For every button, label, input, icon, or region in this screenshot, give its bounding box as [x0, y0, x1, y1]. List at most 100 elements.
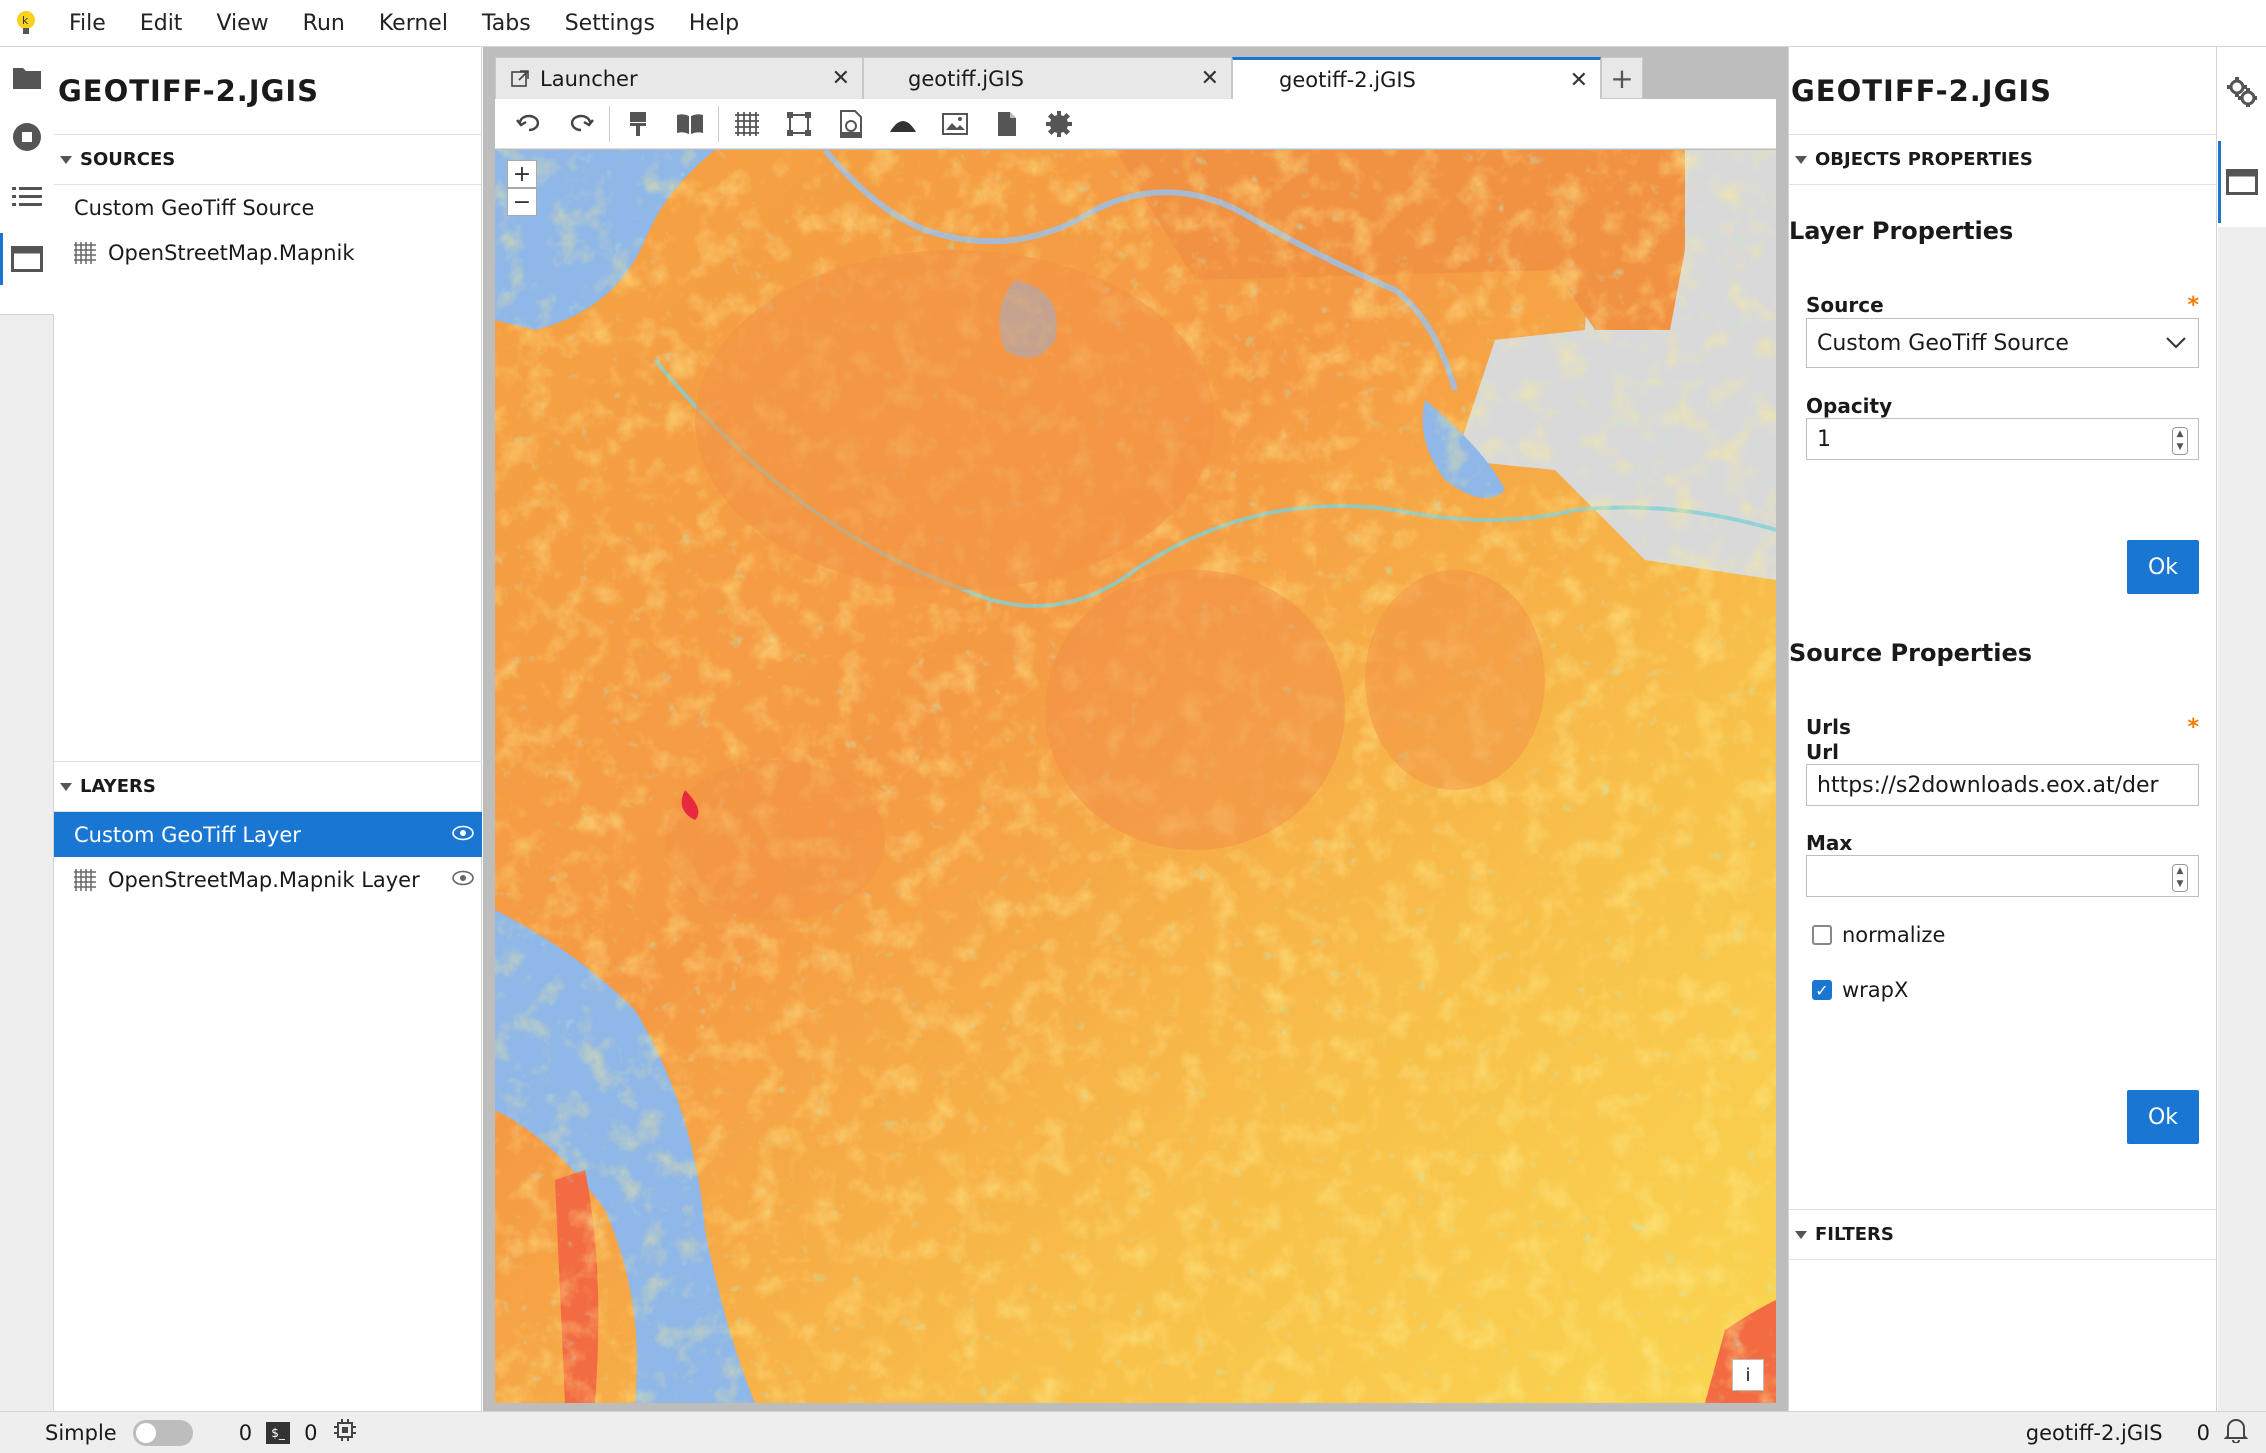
menu-edit[interactable]: Edit [123, 0, 200, 47]
layer-item-custom-geotiff[interactable]: Custom GeoTiff Layer [54, 812, 482, 857]
close-icon[interactable]: ✕ [1570, 68, 1588, 93]
wrapx-row[interactable]: ✓ wrapX [1812, 978, 1908, 1002]
max-label-text: Max [1806, 831, 1853, 855]
required-asterisk: * [2187, 715, 2199, 740]
object-properties-tab-icon[interactable] [2218, 137, 2266, 227]
tab-geotiff[interactable]: geotiff.jGIS ✕ [863, 57, 1232, 99]
opacity-label: Opacity [1806, 394, 2199, 418]
toolbar-separator [609, 105, 610, 142]
url-value: https://s2downloads.eox.at/der [1817, 772, 2159, 798]
number-spinner-icon[interactable]: ▲ ▼ [2172, 427, 2188, 455]
menu-bar: k File Edit View Run Kernel Tabs Setting… [0, 0, 2266, 47]
folder-icon[interactable] [0, 47, 54, 107]
cpu-chip-icon[interactable] [333, 1418, 357, 1447]
source-label-text: Source [1806, 293, 1884, 317]
geojson-icon[interactable] [825, 104, 877, 144]
simple-mode-toggle[interactable] [132, 1419, 193, 1446]
number-spinner-icon[interactable]: ▲ ▼ [2172, 864, 2188, 892]
chevron-down-icon [60, 782, 72, 791]
source-field: Source * Custom GeoTiff Source [1806, 293, 2199, 368]
objects-properties-label: OBJECTS PROPERTIES [1815, 149, 2033, 170]
file-icon[interactable] [981, 104, 1033, 144]
source-label: OpenStreetMap.Mapnik [108, 240, 355, 265]
close-icon[interactable]: ✕ [1201, 66, 1219, 91]
chevron-down-icon [1795, 155, 1807, 164]
max-input[interactable]: ▲ ▼ [1806, 855, 2199, 897]
table-of-contents-icon[interactable] [0, 167, 54, 227]
hillshade-icon[interactable] [877, 104, 929, 144]
paint-icon[interactable] [612, 104, 664, 144]
layers-section: LAYERS Custom GeoTiff Layer OpenStreetMa… [54, 761, 482, 902]
vector-icon[interactable] [773, 104, 825, 144]
book-icon[interactable] [664, 104, 716, 144]
urls-label-text: Urls [1806, 715, 1851, 739]
layer-browser-panel: GEOTIFF-2.JGIS SOURCES Custom GeoTiff So… [54, 47, 482, 1411]
urls-field: Urls * Url https://s2downloads.eox.at/de… [1806, 715, 2199, 806]
url-input[interactable]: https://s2downloads.eox.at/der [1806, 764, 2199, 806]
simple-mode-label: Simple [45, 1420, 117, 1445]
source-ok-button[interactable]: Ok [2127, 1090, 2199, 1144]
menu-help[interactable]: Help [672, 0, 756, 47]
terminal-icon[interactable]: $_ [266, 1421, 291, 1444]
bell-icon[interactable] [2223, 1417, 2249, 1448]
layer-ok-button[interactable]: Ok [2127, 540, 2199, 594]
source-item-custom-geotiff[interactable]: Custom GeoTiff Source [54, 185, 481, 230]
map-canvas[interactable]: + − i [495, 150, 1776, 1403]
urls-label: Urls * [1806, 715, 2199, 740]
source-item-osm[interactable]: OpenStreetMap.Mapnik [54, 230, 481, 275]
tab-launcher[interactable]: Launcher ✕ [495, 57, 863, 99]
menu-tabs[interactable]: Tabs [465, 0, 548, 47]
new-launcher-button[interactable]: + [1601, 57, 1643, 99]
tab-manager-icon[interactable] [0, 229, 54, 289]
visibility-eye-icon[interactable] [452, 870, 474, 886]
property-inspector-gears-icon[interactable] [2218, 47, 2266, 137]
normalize-row[interactable]: normalize [1812, 923, 1945, 947]
status-bar: Simple 0 $_ 0 geotiff-2.jGIS 0 [0, 1411, 2266, 1453]
sources-header-label: SOURCES [80, 149, 176, 170]
notification-count[interactable]: 0 [2197, 1421, 2210, 1445]
geotiff-raster-image [495, 150, 1776, 1403]
tab-geotiff-2[interactable]: geotiff-2.jGIS ✕ [1232, 57, 1601, 99]
menu-view[interactable]: View [199, 0, 285, 47]
jgis-toolbar [495, 99, 1776, 149]
sources-section-header[interactable]: SOURCES [54, 135, 481, 185]
wrapx-checkbox[interactable]: ✓ [1812, 980, 1832, 1000]
redo-icon[interactable] [555, 104, 607, 144]
undo-icon[interactable] [503, 104, 555, 144]
close-icon[interactable]: ✕ [832, 66, 850, 91]
layer-label: Custom GeoTiff Layer [74, 822, 301, 847]
normalize-checkbox[interactable] [1812, 925, 1832, 945]
filters-section: FILTERS [1789, 1209, 2216, 1260]
opacity-input[interactable]: 1 ▲ ▼ [1806, 418, 2199, 460]
visibility-eye-icon[interactable] [452, 825, 474, 841]
attribution-info-button[interactable]: i [1732, 1359, 1764, 1391]
filters-section-header[interactable]: FILTERS [1789, 1210, 2216, 1260]
chevron-down-icon [2166, 337, 2186, 349]
source-select[interactable]: Custom GeoTiff Source [1806, 318, 2199, 368]
terminal-count[interactable]: 0 [304, 1421, 317, 1445]
menu-file[interactable]: File [52, 0, 123, 47]
zoom-out-button[interactable]: − [507, 188, 537, 216]
menu-run[interactable]: Run [286, 0, 362, 47]
normalize-label: normalize [1842, 923, 1946, 947]
grid-icon[interactable] [721, 104, 773, 144]
zoom-in-button[interactable]: + [507, 160, 537, 188]
opacity-field: Opacity 1 ▲ ▼ [1806, 394, 2199, 460]
image-icon[interactable] [929, 104, 981, 144]
panel-title: GEOTIFF-2.JGIS [1789, 47, 2216, 135]
chevron-down-icon [60, 155, 72, 164]
jupyter-logo-icon: k [0, 0, 52, 47]
source-properties-title: Source Properties [1789, 639, 2033, 667]
url-label-text: Url [1806, 740, 1839, 764]
kernel-count[interactable]: 0 [239, 1421, 252, 1445]
running-kernels-icon[interactable] [0, 107, 54, 167]
layers-section-header[interactable]: LAYERS [54, 762, 482, 812]
layer-item-osm[interactable]: OpenStreetMap.Mapnik Layer [54, 857, 482, 902]
object-properties-panel: GEOTIFF-2.JGIS OBJECTS PROPERTIES Layer … [1788, 47, 2217, 1411]
layer-properties-title: Layer Properties [1789, 217, 2014, 245]
tab-label: Launcher [540, 66, 638, 91]
menu-settings[interactable]: Settings [548, 0, 672, 47]
gear-icon[interactable] [1033, 104, 1085, 144]
objects-properties-header[interactable]: OBJECTS PROPERTIES [1789, 135, 2216, 185]
menu-kernel[interactable]: Kernel [362, 0, 465, 47]
